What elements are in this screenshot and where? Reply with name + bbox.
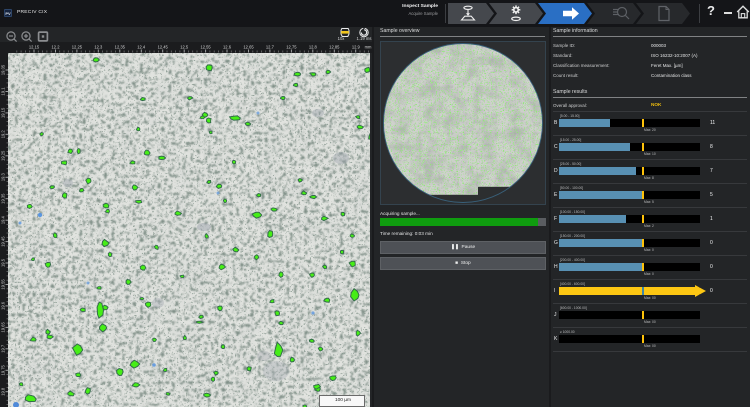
svg-text:12.4: 12.4 [137, 45, 146, 50]
svg-text:12.7: 12.7 [266, 45, 275, 50]
svg-text:19.75: 19.75 [1, 364, 6, 375]
svg-text:19.1: 19.1 [1, 87, 6, 96]
svg-text:12.6: 12.6 [223, 45, 232, 50]
svg-text:12.35: 12.35 [115, 45, 126, 50]
svg-text:19.4: 19.4 [1, 215, 6, 224]
svg-text:12.5: 12.5 [180, 45, 189, 50]
svg-text:19.8: 19.8 [1, 387, 6, 396]
svg-text:19.45: 19.45 [1, 236, 6, 247]
svg-text:12.85: 12.85 [329, 45, 340, 50]
svg-text:12.2: 12.2 [52, 45, 61, 50]
svg-text:19.2: 19.2 [1, 130, 6, 139]
svg-text:12.55: 12.55 [200, 45, 211, 50]
svg-text:mm: mm [365, 45, 372, 50]
svg-text:19.7: 19.7 [1, 344, 6, 353]
svg-text:19.15: 19.15 [1, 107, 6, 118]
svg-text:19.25: 19.25 [1, 150, 6, 161]
svg-text:12.3: 12.3 [94, 45, 103, 50]
svg-text:19.05: 19.05 [1, 64, 6, 75]
svg-text:12.15: 12.15 [29, 45, 40, 50]
svg-text:19.5: 19.5 [1, 258, 6, 267]
svg-text:19.35: 19.35 [1, 193, 6, 204]
svg-text:12.9: 12.9 [352, 45, 361, 50]
svg-text:12.65: 12.65 [243, 45, 254, 50]
svg-text:12.75: 12.75 [286, 45, 297, 50]
svg-text:12.45: 12.45 [158, 45, 169, 50]
svg-text:19.3: 19.3 [1, 172, 6, 181]
svg-text:12.25: 12.25 [72, 45, 83, 50]
svg-text:19.6: 19.6 [1, 301, 6, 310]
svg-text:12.8: 12.8 [309, 45, 318, 50]
svg-text:19.65: 19.65 [1, 322, 6, 333]
svg-text:19.55: 19.55 [1, 279, 6, 290]
